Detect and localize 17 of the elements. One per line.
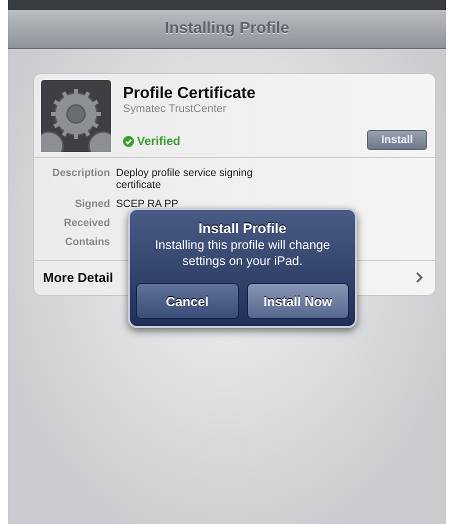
profile-name: Profile Certificate xyxy=(123,85,256,103)
gears-icon xyxy=(41,80,111,152)
detail-value: SCEP RA PP xyxy=(116,198,180,210)
install-now-button[interactable]: Install Now xyxy=(246,283,349,320)
detail-label: Signed xyxy=(74,198,110,210)
detail-label: Contains xyxy=(64,236,110,248)
verified-label: Verified xyxy=(137,134,180,148)
chevron-right-icon xyxy=(416,272,423,283)
profile-issuer: Symatec TrustCenter xyxy=(123,103,228,115)
more-details-link[interactable]: More Detail xyxy=(43,270,114,285)
alert-title: Install Profile xyxy=(198,220,286,236)
detail-label: Description xyxy=(51,167,110,181)
nav-title: Installing Profile xyxy=(164,20,290,38)
cancel-button[interactable]: Cancel xyxy=(136,283,238,320)
alert-message: Installing this profile will change settings on your iPad. xyxy=(154,238,332,270)
detail-value: Deploy profile service signing certificate xyxy=(116,167,254,191)
detail-label: Received xyxy=(62,217,110,229)
